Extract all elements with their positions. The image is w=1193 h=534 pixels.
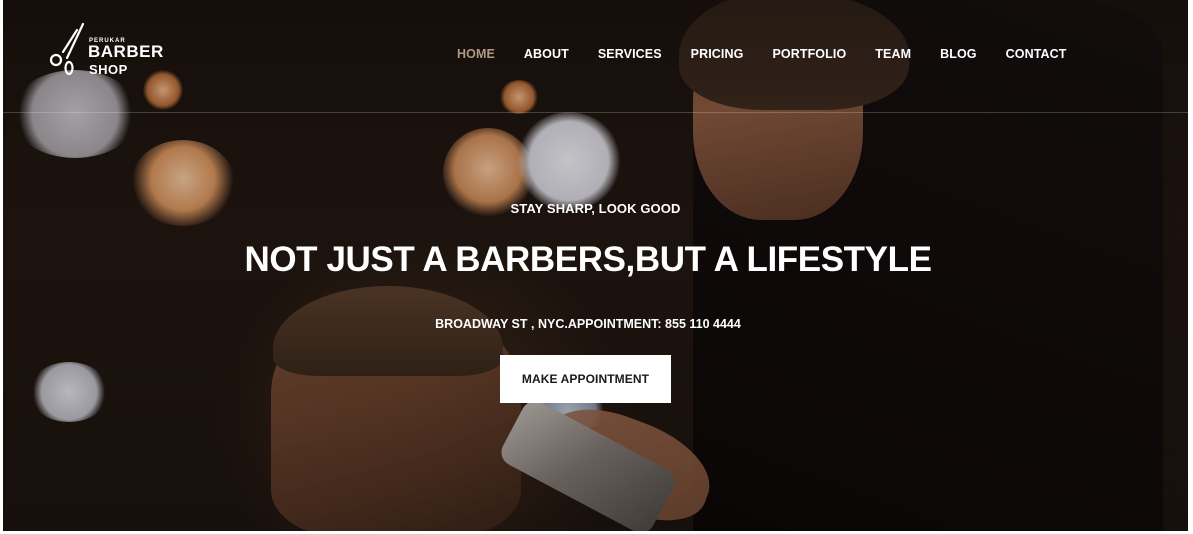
hero-section: PERUKAR BARBER SHOP HOME ABOUT SERVICES … (3, 0, 1188, 531)
logo-main-text: BARBER (88, 42, 164, 61)
nav-item-contact[interactable]: CONTACT (1006, 47, 1067, 65)
nav-item-pricing[interactable]: PRICING (691, 47, 744, 65)
logo-sub-text: SHOP (89, 62, 128, 77)
hero-headline: NOT JUST A BARBERS,BUT A LIFESTYLE (244, 240, 932, 279)
nav-item-about[interactable]: ABOUT (524, 47, 569, 65)
nav-item-services[interactable]: SERVICES (598, 47, 662, 65)
hero-address-info: BROADWAY ST , NYC.APPOINTMENT: 855 110 4… (435, 317, 741, 331)
site-header: PERUKAR BARBER SHOP HOME ABOUT SERVICES … (3, 0, 1188, 113)
scissors-icon (49, 22, 85, 76)
nav-item-blog[interactable]: BLOG (940, 47, 977, 65)
nav-item-home[interactable]: HOME (457, 47, 495, 65)
nav-item-team[interactable]: TEAM (875, 47, 911, 65)
site-logo[interactable]: PERUKAR BARBER SHOP (47, 22, 177, 78)
nav-item-portfolio[interactable]: PORTFOLIO (772, 47, 846, 65)
header-divider (3, 112, 1188, 113)
hero-tagline: STAY SHARP, LOOK GOOD (510, 201, 681, 216)
main-nav: HOME ABOUT SERVICES PRICING PORTFOLIO TE… (457, 47, 1096, 65)
make-appointment-button[interactable]: MAKE APPOINTMENT (500, 355, 671, 403)
